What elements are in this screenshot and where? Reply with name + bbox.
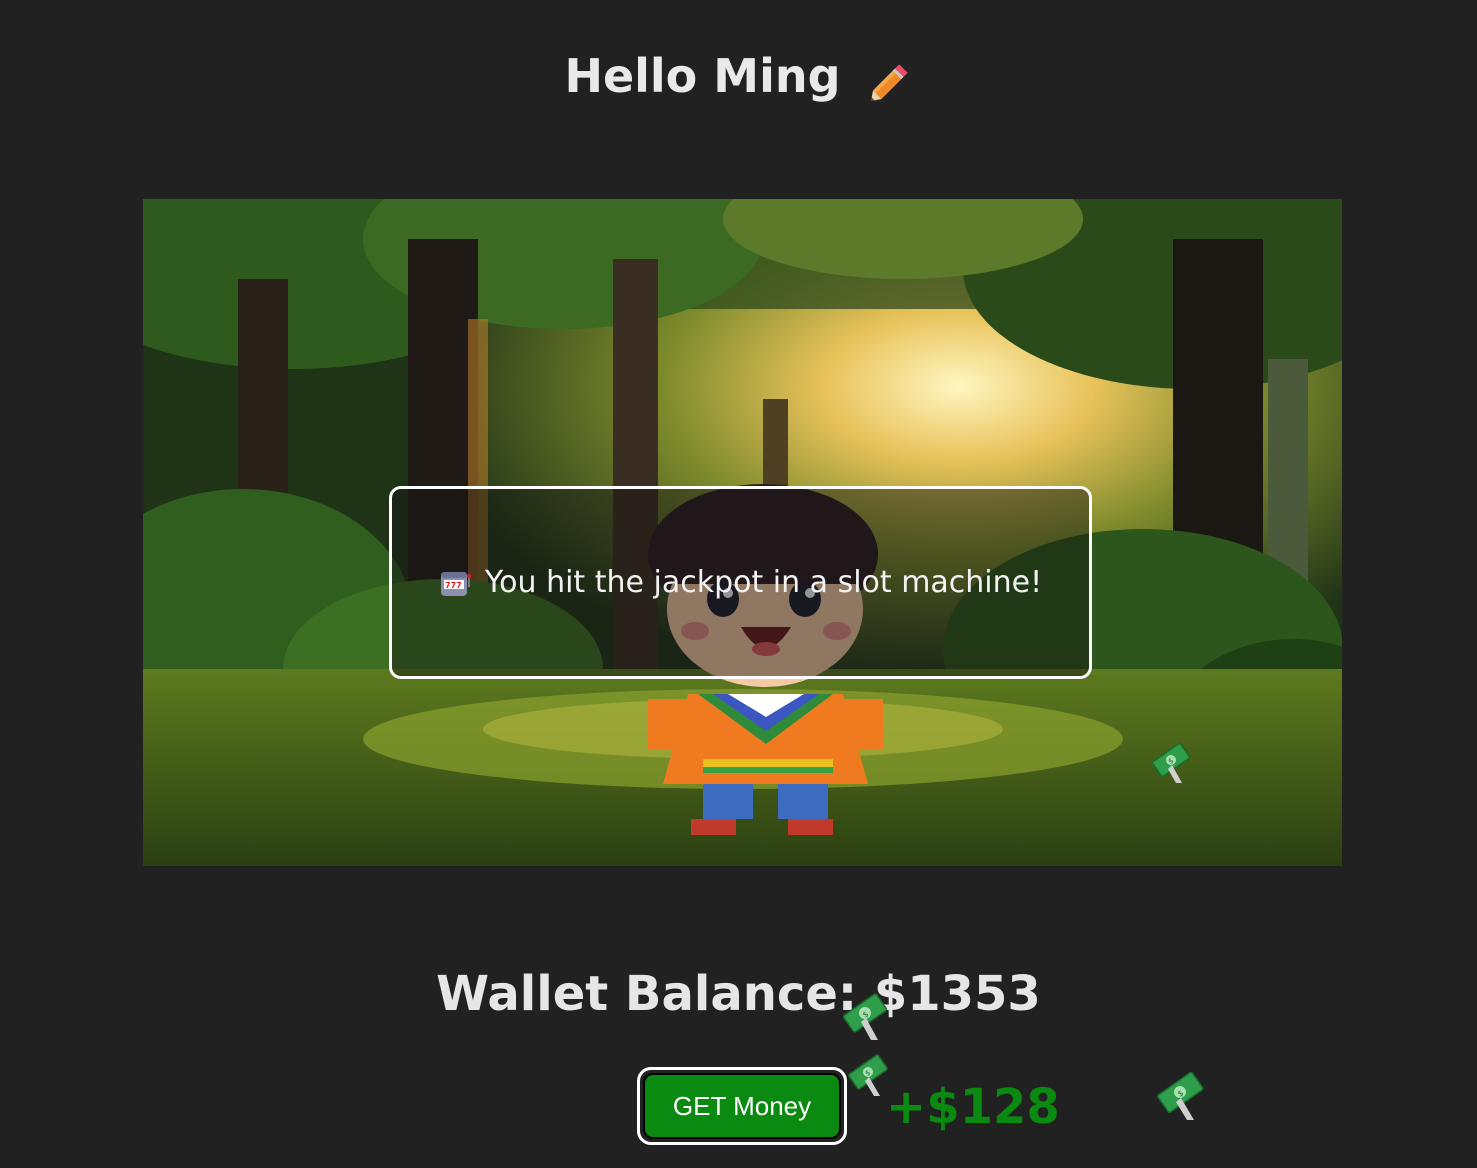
- money-with-wings-icon: $: [842, 1046, 900, 1104]
- pencil-icon[interactable]: [867, 57, 913, 103]
- money-with-wings-icon: $: [1150, 1062, 1208, 1120]
- page-title: Hello Ming: [0, 44, 1477, 108]
- get-money-button[interactable]: GET Money: [637, 1067, 847, 1145]
- game-page: Hello Ming 777 You hit the jackpot in a …: [0, 0, 1477, 1168]
- event-popup: 777 You hit the jackpot in a slot machin…: [389, 486, 1092, 679]
- svg-text:777: 777: [445, 581, 462, 590]
- slot-machine-icon: 777: [439, 567, 471, 599]
- get-money-label: GET Money: [643, 1073, 841, 1139]
- event-message: You hit the jackpot in a slot machine!: [484, 565, 1043, 600]
- greeting-text: Hello Ming: [564, 49, 841, 103]
- event-message-row: 777 You hit the jackpot in a slot machin…: [439, 565, 1042, 600]
- wallet-balance: Wallet Balance: $1353: [436, 966, 1041, 1022]
- money-with-wings-icon: $: [1146, 735, 1204, 793]
- money-with-wings-icon: $: [836, 984, 894, 1042]
- money-gain-text: +$128: [886, 1079, 1060, 1135]
